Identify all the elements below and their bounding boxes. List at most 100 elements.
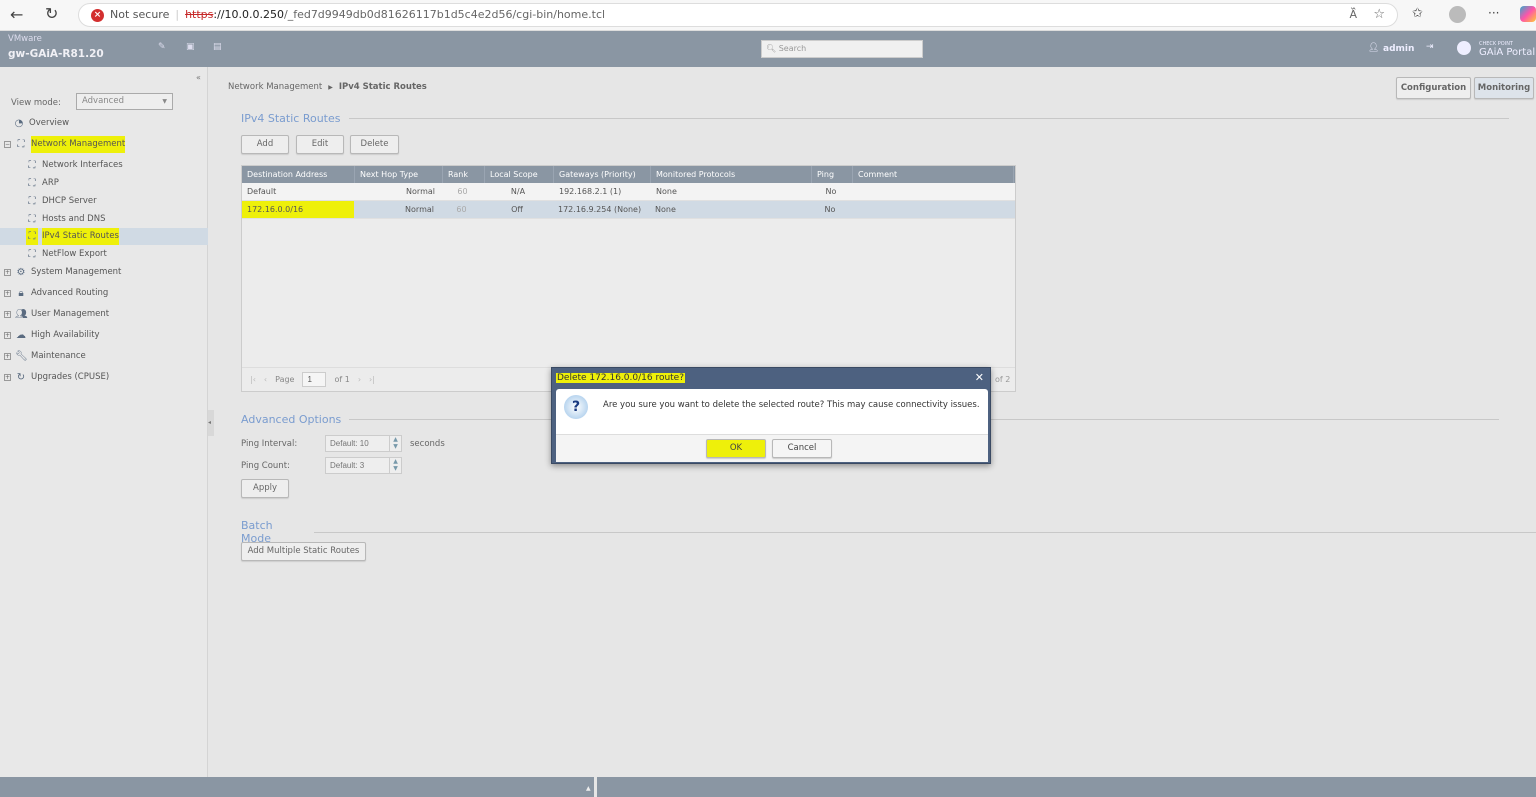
page-title-text: IPv4 Static Routes (241, 112, 341, 125)
nav-label: System Management (31, 267, 122, 277)
delete-button[interactable]: Delete (350, 135, 399, 154)
view-mode-label: View mode: (11, 98, 61, 108)
configuration-tab[interactable]: Configuration (1396, 77, 1471, 99)
column-header[interactable]: Gateways (Priority) (554, 166, 651, 183)
sidebar-item-network-management[interactable]: − ⛶ Network Management (0, 136, 208, 153)
column-header[interactable]: Destination Address (242, 166, 355, 183)
security-label: Not secure (110, 8, 170, 21)
sidebar-item-advanced-routing[interactable]: + 🔒︎ Advanced Routing (0, 285, 208, 302)
last-page-icon[interactable]: ›| (369, 375, 375, 384)
nav-label: User Management (31, 309, 110, 319)
column-header[interactable]: Monitored Protocols (651, 166, 812, 183)
close-icon[interactable]: ✕ (975, 371, 984, 384)
table-row[interactable]: 172.16.0.0/16 Normal 60 Off 172.16.9.254 (No… (242, 201, 1015, 219)
sidebar: « View mode: Advanced ▼ ◔ Overview − ⛶ Netwo… (0, 67, 208, 777)
dialog-title: Delete 172.16.0.0/16 route? (556, 373, 685, 383)
collapse-sidebar-icon[interactable]: « (196, 73, 201, 82)
expand-icon[interactable]: + (4, 374, 11, 381)
table-cell: Normal (406, 187, 435, 196)
sidebar-item-upgrades[interactable]: + ↻ Upgrades (CPUSE) (0, 369, 208, 386)
back-icon[interactable]: ← (10, 5, 23, 24)
sidebar-item-dhcp-server[interactable]: ⛶ DHCP Server (0, 193, 208, 210)
ping-count-label: Ping Count: (241, 461, 290, 471)
sidebar-item-ipv4-static-routes[interactable]: ⛶ IPv4 Static Routes (0, 228, 208, 245)
table-cell: None (656, 187, 677, 196)
ping-count-stepper[interactable]: ▲ ▼ (389, 457, 402, 474)
copilot-icon[interactable] (1520, 6, 1536, 22)
collapse-icon[interactable]: − (4, 141, 11, 148)
column-header[interactable]: Rank (443, 166, 485, 183)
cancel-button[interactable]: Cancel (772, 439, 832, 458)
favorites-icon[interactable]: ✩ (1412, 6, 1423, 21)
column-header[interactable]: Comment (853, 166, 1014, 183)
profile-avatar-icon[interactable] (1449, 6, 1466, 23)
table-cell: N/A (510, 187, 526, 196)
search-input[interactable]: 🔍︎ Search (761, 40, 923, 58)
breadcrumb-parent[interactable]: Network Management (228, 82, 322, 93)
logout-icon[interactable]: ⇥ (1426, 42, 1434, 52)
terminal-icon[interactable]: ▣ (186, 42, 195, 52)
ping-interval-input[interactable] (325, 435, 391, 452)
nav-label: Network Interfaces (42, 160, 123, 170)
sidebar-item-user-management[interactable]: + 👥︎ User Management (0, 306, 208, 323)
table-row[interactable]: Default Normal 60 N/A 192.168.2.1 (1) None No (242, 183, 1015, 201)
table-cell (853, 183, 1014, 200)
next-page-icon[interactable]: › (358, 375, 361, 384)
not-secure-icon: × (91, 8, 104, 22)
sidebar-item-overview[interactable]: ◔ Overview (0, 115, 208, 132)
expand-status-icon[interactable]: ▲ (586, 785, 591, 792)
column-header[interactable]: Ping (812, 166, 853, 183)
nav-label: IPv4 Static Routes (42, 228, 119, 245)
sidebar-item-arp[interactable]: ⛶ ARP (0, 175, 208, 192)
sidebar-item-maintenance[interactable]: + 🔧︎ Maintenance (0, 348, 208, 365)
expand-icon[interactable]: + (4, 269, 11, 276)
expand-icon[interactable]: + (4, 311, 11, 318)
nav-label: ARP (42, 178, 59, 188)
reload-icon[interactable]: ↻ (45, 4, 58, 23)
refresh-icon: ↻ (16, 372, 26, 383)
add-multiple-routes-button[interactable]: Add Multiple Static Routes (241, 542, 366, 561)
read-aloud-icon[interactable]: A᷈ (1349, 4, 1357, 26)
ok-button[interactable]: OK (706, 439, 766, 458)
routing-icon: 🔒︎ (18, 288, 24, 299)
sidebar-item-system-management[interactable]: + ⚙ System Management (0, 264, 208, 281)
edit-icon[interactable]: ✎ (158, 42, 166, 52)
monitoring-tab[interactable]: Monitoring (1474, 77, 1534, 99)
hostname: gw-GAiA-R81.20 (8, 48, 104, 60)
document-icon[interactable]: ▤ (213, 42, 222, 52)
sidebar-splitter-handle[interactable]: ◂ (208, 410, 214, 436)
prev-page-icon[interactable]: ‹ (264, 375, 267, 384)
sidebar-item-hosts-dns[interactable]: ⛶ Hosts and DNS (0, 211, 208, 228)
table-cell: 172.16.0.0/16 (242, 201, 354, 218)
ping-interval-stepper[interactable]: ▲ ▼ (389, 435, 402, 452)
batch-mode-title: Batch Mode (241, 519, 1536, 545)
ping-count-input[interactable] (325, 457, 391, 474)
user-name[interactable]: admin (1383, 44, 1414, 54)
network-icon: ⛶ (26, 228, 38, 245)
network-icon: ⛶ (28, 249, 36, 260)
url-scheme: https (185, 8, 214, 21)
column-header[interactable]: Local Scope (485, 166, 554, 183)
expand-icon[interactable]: + (4, 332, 11, 339)
column-header[interactable]: Next Hop Type (355, 166, 443, 183)
page-count-behind: of 2 (995, 375, 1011, 384)
breadcrumb: Network Management ▶ IPv4 Static Routes (228, 82, 427, 93)
table-cell: 192.168.2.1 (1) (559, 187, 622, 196)
chevron-down-icon: ▼ (162, 98, 167, 105)
more-menu-icon[interactable]: ··· (1488, 6, 1499, 20)
sidebar-item-network-interfaces[interactable]: ⛶ Network Interfaces (0, 157, 208, 174)
address-bar[interactable]: × Not secure | https://10.0.0.250/_fed7d… (78, 3, 1398, 27)
expand-icon[interactable]: + (4, 353, 11, 360)
favorite-star-icon[interactable]: ☆ (1373, 4, 1385, 26)
checkpoint-logo-icon (1457, 41, 1471, 55)
sidebar-item-high-availability[interactable]: + ☁ High Availability (0, 327, 208, 344)
edit-button[interactable]: Edit (296, 135, 344, 154)
add-button[interactable]: Add (241, 135, 289, 154)
first-page-icon[interactable]: |‹ (250, 375, 256, 384)
sidebar-item-netflow-export[interactable]: ⛶ NetFlow Export (0, 246, 208, 263)
apply-button[interactable]: Apply (241, 479, 289, 498)
expand-icon[interactable]: + (4, 290, 11, 297)
network-icon: ⛶ (28, 196, 36, 207)
view-mode-select[interactable]: Advanced ▼ (76, 93, 173, 110)
page-input[interactable] (302, 372, 327, 387)
